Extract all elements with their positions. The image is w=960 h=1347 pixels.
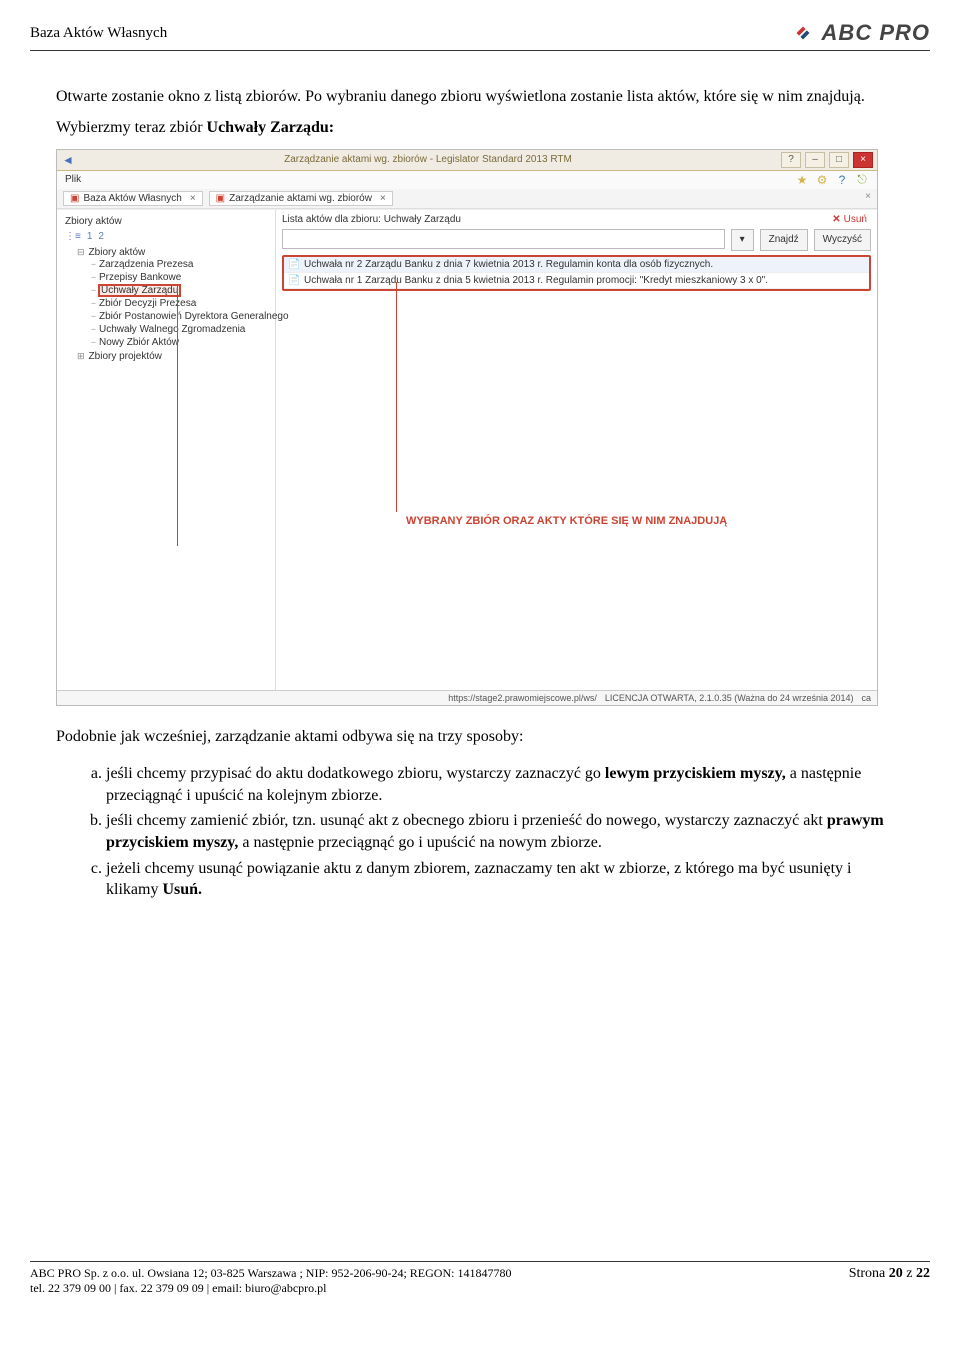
tree-item[interactable]: Zbiór Postanowień Dyrektora Generalnego: [91, 310, 269, 323]
tree-item[interactable]: Nowy Zbiór Aktów: [91, 336, 269, 349]
document-icon: 📄: [288, 275, 300, 286]
tree-item[interactable]: Przepisy Bankowe: [91, 271, 269, 284]
page-number: Strona 20 z 22: [849, 1266, 930, 1296]
menu-file[interactable]: Plik: [65, 174, 81, 185]
tree-item[interactable]: Zbiór Decyzji Prezesa: [91, 297, 269, 310]
tool-exit-icon[interactable]: ⎋: [855, 173, 869, 187]
window-title: Zarządzanie aktami wg. zbiorów - Legisla…: [75, 154, 781, 165]
window-maximize-icon[interactable]: □: [829, 152, 849, 168]
tree-tool-1[interactable]: 1: [87, 231, 93, 242]
tool-settings-icon[interactable]: ⚙: [815, 173, 829, 187]
tabs-close-all-icon[interactable]: ×: [865, 191, 871, 206]
status-url: https://stage2.prawomiejscowe.pl/ws/: [448, 693, 597, 703]
tree-tool-expand-icon[interactable]: ⋮≡: [65, 231, 81, 242]
acts-list: 📄 Uchwała nr 2 Zarządu Banku z dnia 7 kw…: [282, 255, 871, 291]
intro-paragraph-1: Otwarte zostanie okno z listą zbiorów. P…: [56, 87, 930, 108]
logo-icon: [790, 20, 816, 46]
tree-item[interactable]: Uchwały Walnego Zgromadzenia: [91, 323, 269, 336]
app-window: ◄ Zarządzanie aktami wg. zbiorów - Legis…: [56, 149, 878, 706]
tab-baza-aktow[interactable]: ▣ Baza Aktów Własnych ×: [63, 191, 203, 206]
document-icon: 📄: [288, 259, 300, 270]
tree-item[interactable]: Zarządzenia Prezesa: [91, 258, 269, 271]
search-input[interactable]: [282, 229, 725, 249]
dropdown-icon[interactable]: ▾: [731, 229, 754, 251]
brand-logo: ABC PRO: [790, 20, 930, 46]
window-close-icon[interactable]: ×: [853, 152, 873, 168]
after-paragraph: Podobnie jak wcześniej, zarządzanie akta…: [56, 726, 904, 748]
list-item-a: jeśli chcemy przypisać do aktu dodatkowe…: [106, 763, 904, 806]
list-item[interactable]: 📄 Uchwała nr 1 Zarządu Banku z dnia 5 kw…: [284, 273, 869, 289]
list-item-b: jeśli chcemy zamienić zbiór, tzn. usunąć…: [106, 810, 904, 853]
tab-zarzadzanie[interactable]: ▣ Zarządzanie aktami wg. zbiorów ×: [209, 191, 393, 206]
tool-help-icon[interactable]: ?: [835, 173, 849, 187]
sidebar-title: Zbiory aktów: [65, 216, 271, 227]
delete-icon: ✕: [832, 214, 840, 225]
tree-item-selected[interactable]: Uchwały Zarządu: [91, 284, 269, 297]
header-title: Baza Aktów Własnych: [30, 25, 167, 42]
brand-text: ABC PRO: [822, 20, 930, 46]
tree-collapsed[interactable]: Zbiory projektów: [77, 350, 269, 363]
tree-root[interactable]: Zbiory aktów Zarządzenia Prezesa Przepis…: [77, 246, 269, 350]
tool-star-icon[interactable]: ★: [795, 173, 809, 187]
callout-label: WYBRANY ZBIÓR ORAZ AKTY KTÓRE SIĘ W NIM …: [406, 515, 727, 527]
footer-company: ABC PRO Sp. z o.o. ul. Owsiana 12; 03-82…: [30, 1266, 511, 1296]
window-help-icon[interactable]: ?: [781, 152, 801, 168]
status-license: LICENCJA OTWARTA, 2.1.0.35 (Ważna do 24 …: [605, 693, 854, 703]
tab-close-icon[interactable]: ×: [186, 193, 196, 204]
tree-tool-2[interactable]: 2: [98, 231, 104, 242]
clear-button[interactable]: Wyczyść: [814, 229, 871, 251]
back-icon[interactable]: ◄: [61, 153, 75, 167]
list-item-c: jeżeli chcemy usunąć powiązanie aktu z d…: [106, 858, 904, 901]
window-minimize-icon[interactable]: –: [805, 152, 825, 168]
sidebar-tree[interactable]: Zbiory aktów Zarządzenia Prezesa Przepis…: [61, 244, 271, 365]
main-panel-title: Lista aktów dla zbioru: Uchwały Zarządu: [282, 214, 871, 225]
tab-close-icon[interactable]: ×: [376, 193, 386, 204]
list-item[interactable]: 📄 Uchwała nr 2 Zarządu Banku z dnia 7 kw…: [284, 257, 869, 273]
delete-button[interactable]: ✕ Usuń: [832, 214, 867, 225]
intro-paragraph-2: Wybierzmy teraz zbiór Uchwały Zarządu:: [56, 118, 930, 139]
status-ca: ca: [861, 693, 871, 703]
find-button[interactable]: Znajdź: [760, 229, 808, 251]
